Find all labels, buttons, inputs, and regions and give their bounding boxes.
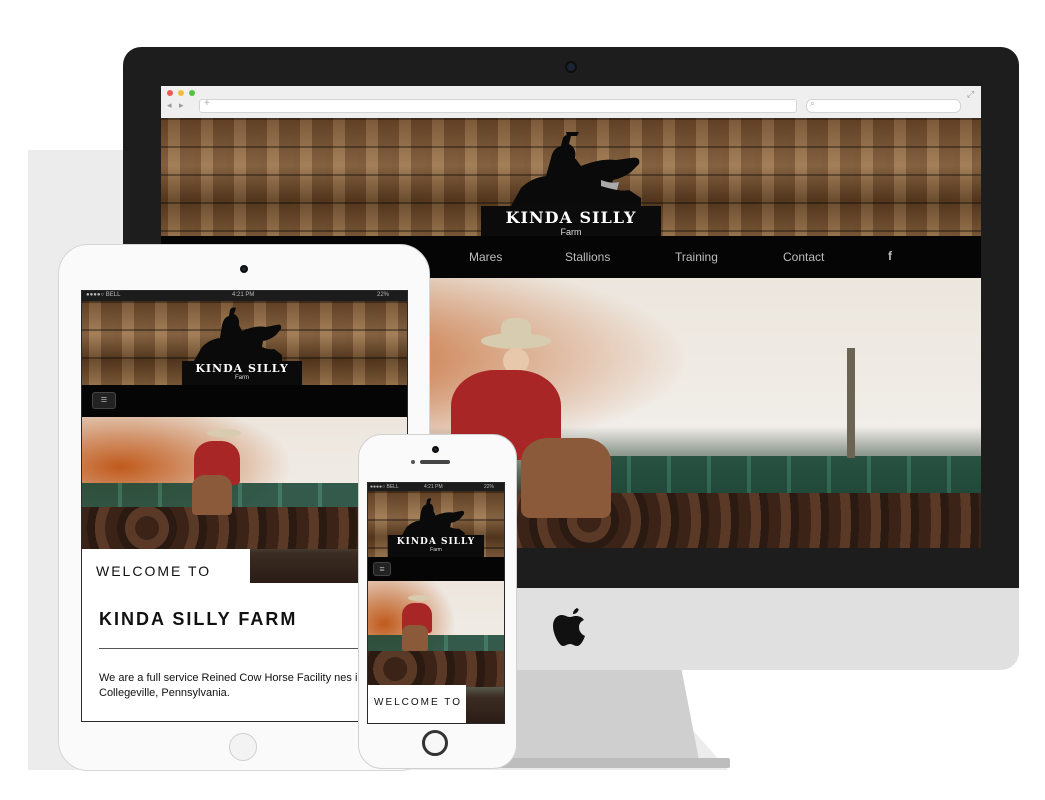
ipad-status-bar: ●●●●○ BELL 4:21 PM 22% [82,291,407,301]
iphone-logo-banner[interactable]: KINDA SILLY Farm [388,535,484,557]
close-dot-icon[interactable] [167,90,173,96]
horse-rider-logo-icon [491,128,661,208]
ipad-farm-title: KINDA SILLY FARM [99,609,298,629]
search-icon: ⌕ [810,98,816,108]
pole-graphic [847,348,855,458]
back-icon[interactable]: ◂ [167,100,172,111]
iphone-battery-label: 22% [484,484,495,490]
brand-title: KINDA SILLY [505,208,637,227]
minimize-dot-icon[interactable] [178,90,184,96]
iphone-hat-graphic [408,595,430,601]
iphone-status-bar: ●●●●○ BELL 4:21 PM 22% [368,483,504,491]
ipad-camera [240,265,248,273]
time-label: 4:21 PM [232,292,255,298]
horse-graphic [521,438,611,518]
iphone-home-button[interactable] [422,730,448,756]
iphone-welcome-box: WELCOME TO [368,685,466,723]
maximize-dot-icon[interactable] [189,90,195,96]
iphone-sensor [411,460,415,464]
ipad-horse-rider-logo-icon [182,303,292,363]
iphone-hamburger-menu-icon[interactable]: ≡ [373,562,391,576]
forward-icon[interactable]: ▸ [179,100,184,111]
iphone-welcome-text: WELCOME TO [374,697,462,708]
ipad-brand-subtitle: Farm [235,375,249,381]
ipad-hat-graphic [207,429,241,437]
iphone-cattle-graphic [368,651,504,687]
battery-label: 22% [377,292,390,298]
browser-search-field[interactable]: ⌕ [806,98,961,113]
ipad-nav: ≡ [82,385,407,417]
ipad-brand-title: KINDA SILLY [195,362,289,375]
ipad-horse-graphic [192,475,232,515]
apple-logo-icon [552,606,588,657]
ipad-home-button[interactable] [229,733,257,761]
hat-crown-graphic [501,318,531,342]
iphone-brand-subtitle: Farm [430,547,442,553]
expand-icon[interactable]: ⤢ [967,89,974,100]
iphone-time-label: 4:21 PM [424,484,443,490]
browser-toolbar: ◂ ▸ + ⌕ ⤢ [161,86,981,119]
iphone-horse-graphic [402,625,428,651]
imac-camera [565,61,577,73]
iphone-carrier-label: ●●●●○ BELL [370,484,399,490]
ipad-description: We are a full service Reined Cow Horse F… [99,672,364,699]
ipad-welcome-text: WELCOME TO [96,563,212,579]
add-tab-icon[interactable]: + [204,98,210,109]
ipad-logo-banner[interactable]: KINDA SILLY Farm [182,361,302,385]
address-bar[interactable]: + [199,98,797,113]
hamburger-menu-icon[interactable]: ≡ [92,392,116,409]
ipad-welcome-box: WELCOME TO [82,549,250,583]
iphone-horse-rider-logo-icon [392,493,472,541]
iphone-speaker [420,460,450,464]
iphone-camera [432,446,439,453]
nav-item-mares[interactable]: Mares [469,250,502,264]
logo-banner[interactable]: KINDA SILLY Farm [481,206,661,240]
carrier-label: ●●●●○ BELL [86,292,121,298]
nav-item-contact[interactable]: Contact [783,250,824,264]
iphone-nav: ≡ [368,557,504,581]
nav-item-stallions[interactable]: Stallions [565,250,610,264]
iphone-brand-title: KINDA SILLY [396,537,476,547]
facebook-icon[interactable]: f [888,249,892,263]
iphone-screen: ●●●●○ BELL 4:21 PM 22% KINDA SILLY Farm … [367,482,505,724]
nav-item-training[interactable]: Training [675,250,718,264]
